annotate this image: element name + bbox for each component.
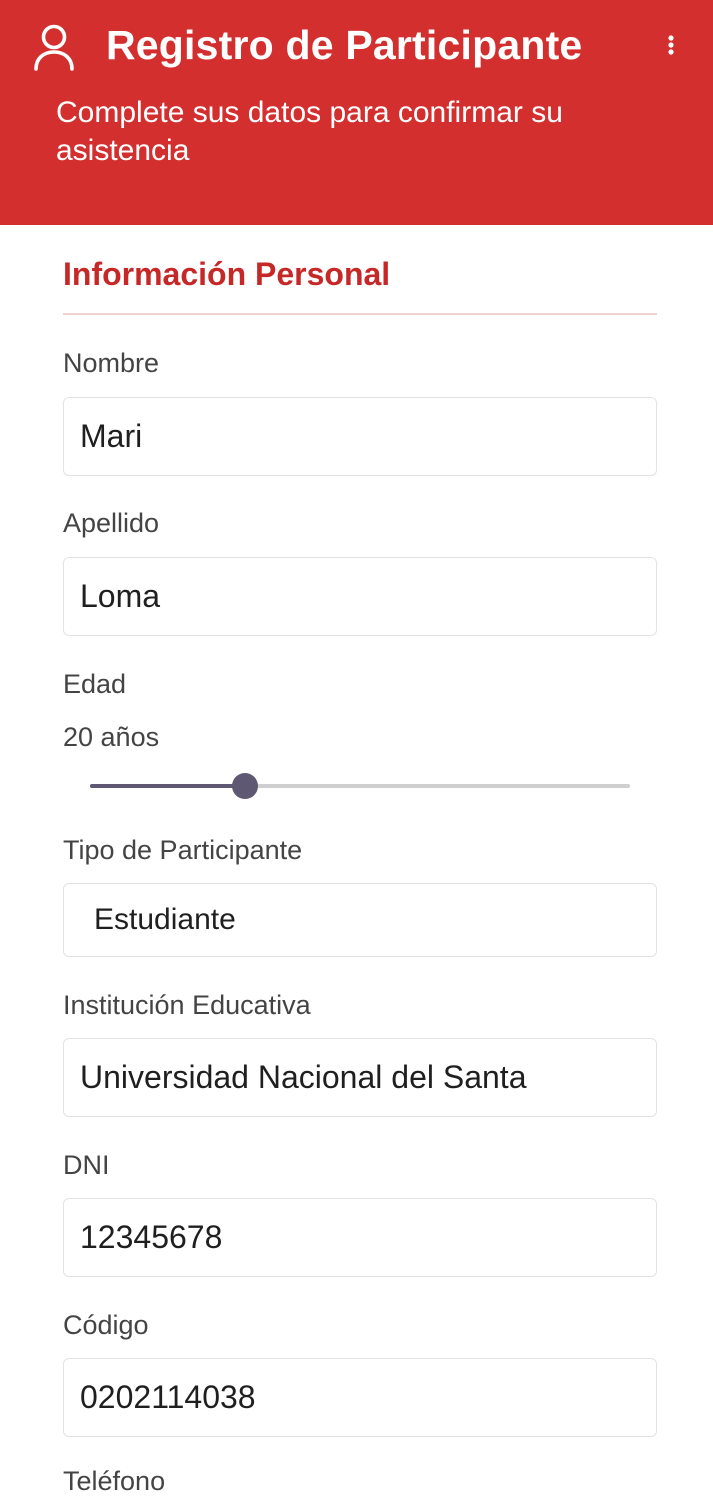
section-divider: [63, 313, 657, 315]
edad-slider[interactable]: [90, 768, 630, 804]
tipo-participante-select[interactable]: Estudiante: [63, 883, 657, 957]
more-vert-icon: [668, 35, 674, 55]
page-title: Registro de Participante: [106, 22, 583, 68]
page-subtitle: Complete sus datos para confirmar su asi…: [56, 96, 563, 167]
dni-label: DNI: [63, 1150, 110, 1180]
user-icon: [30, 22, 78, 72]
apellido-input[interactable]: [63, 557, 657, 636]
apellido-label: Apellido: [63, 508, 160, 538]
tipo-participante-label: Tipo de Participante: [63, 835, 303, 865]
institucion-label: Institución Educativa: [63, 990, 311, 1020]
edad-value: 20 años: [63, 722, 160, 752]
nombre-input[interactable]: [63, 397, 657, 476]
telefono-label: Teléfono: [63, 1466, 166, 1496]
slider-fill: [90, 784, 245, 788]
nombre-label: Nombre: [63, 348, 160, 378]
slider-thumb[interactable]: [231, 773, 258, 799]
codigo-input[interactable]: [63, 1358, 657, 1437]
app-header: Registro de Participante Complete sus da…: [0, 0, 713, 225]
codigo-label: Código: [63, 1310, 149, 1340]
dni-input[interactable]: [63, 1198, 657, 1277]
edad-label: Edad: [63, 669, 127, 699]
tipo-participante-value: Estudiante: [94, 903, 236, 936]
institucion-input[interactable]: [63, 1038, 657, 1117]
more-options-button[interactable]: [660, 30, 682, 62]
section-title: Información Personal: [63, 256, 391, 292]
